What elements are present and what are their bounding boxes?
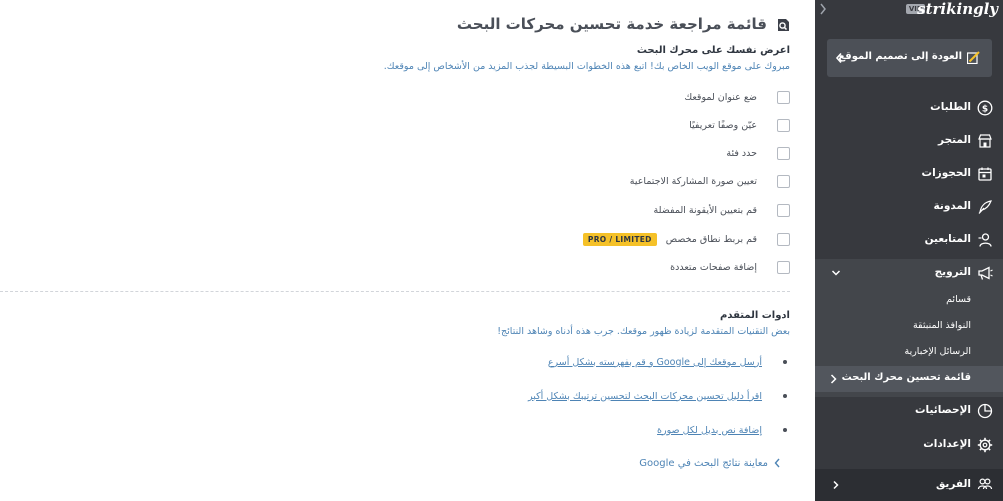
sidebar-item-team[interactable]: الفريق: [815, 469, 1003, 501]
checkbox[interactable]: [777, 260, 790, 274]
link-text[interactable]: أرسل موقعك إلى Google و قم بفهرسته بشكل …: [548, 357, 762, 368]
section-title-appear-on-search: اعرض نفسك على محرك البحث: [636, 45, 790, 56]
dollar-circle-icon: $: [977, 100, 993, 116]
advanced-link-alt-text[interactable]: إضافة نص بديل لكل صورة: [657, 423, 787, 437]
pie-chart-icon: [977, 403, 993, 419]
sidebar-item-followers[interactable]: المتابعين: [815, 228, 1003, 252]
quill-icon: [978, 200, 992, 214]
chevron-left-icon: [774, 458, 780, 468]
back-button-label: العودة إلى تصميم الموقع: [838, 51, 962, 62]
bullet: [783, 428, 787, 432]
checklist-item-favicon[interactable]: قم بتعيين الأيقونة المفضلة: [654, 202, 790, 218]
sidebar-subitem-lists[interactable]: قسائم: [946, 294, 971, 305]
checklist-item-label: تعيين صورة المشاركة الاجتماعية: [629, 175, 757, 187]
bullet: [783, 394, 787, 398]
sidebar-item-promote[interactable]: الترويج: [815, 261, 1003, 285]
sidebar-item-label: قائمة تحسين محرك البحث: [841, 372, 971, 383]
sidebar-item-stats[interactable]: الإحصائيات: [815, 399, 1003, 423]
link-text[interactable]: إضافة نص بديل لكل صورة: [657, 425, 762, 436]
section-subtitle-advanced-tools: بعض التقنيات المتقدمة لزيادة ظهور موقعك.…: [497, 326, 790, 337]
user-followers-icon: [978, 233, 992, 247]
advanced-link-seo-guide[interactable]: اقرأ دليل تحسين محركات البحث لتحسين ترتي…: [528, 389, 787, 403]
gear-icon: [977, 437, 993, 453]
checkbox[interactable]: [777, 118, 790, 132]
sidebar-subitem-popups[interactable]: النوافذ المنبثقة: [913, 320, 971, 331]
checklist-item-site-title[interactable]: ضع عنوان لموقعك: [684, 89, 790, 105]
sidebar-collapse-icon[interactable]: [818, 2, 828, 16]
sidebar-item-label: الطلبات: [930, 101, 971, 113]
bullet: [783, 360, 787, 364]
pro-limited-badge: PRO / LIMITED: [582, 232, 657, 246]
sidebar-item-label: المتابعين: [924, 233, 971, 245]
checklist-item-label: إضافة صفحات متعددة: [670, 261, 757, 273]
checklist-item-category[interactable]: حدد فئة: [726, 145, 790, 161]
chevron-right-icon: [833, 480, 839, 490]
section-subtitle-appear-on-search: مبروك على موقع الويب الخاص بك! اتبع هذه …: [383, 61, 790, 72]
link-text[interactable]: اقرأ دليل تحسين محركات البحث لتحسين ترتي…: [528, 391, 762, 402]
checklist-item-multiple-pages[interactable]: إضافة صفحات متعددة: [670, 259, 790, 275]
checkbox[interactable]: [777, 90, 790, 104]
google-preview-label: معاينة نتائج البحث في Google: [639, 457, 768, 469]
google-preview-toggle[interactable]: معاينة نتائج البحث في Google: [639, 456, 781, 470]
sidebar-item-orders[interactable]: $ الطلبات: [815, 96, 1003, 120]
checkbox[interactable]: [777, 146, 790, 160]
section-title-advanced-tools: ادوات المتقدم: [719, 310, 790, 321]
sidebar-item-label: المتجر: [938, 134, 971, 146]
checklist-item-meta-description[interactable]: عيّن وصفًا تعريفيًا: [689, 117, 790, 133]
store-icon: [978, 134, 992, 148]
sidebar-item-label: الحجوزات: [921, 167, 971, 179]
seo-search-icon: [778, 19, 789, 31]
team-icon: [977, 478, 993, 490]
sidebar-item-label: الإحصائيات: [915, 404, 971, 416]
svg-text:$: $: [982, 105, 988, 115]
checkbox[interactable]: [777, 203, 790, 217]
sidebar-item-label: الإعدادات: [923, 438, 971, 450]
sidebar-subitem-newsletters[interactable]: الرسائل الإخبارية: [904, 346, 971, 357]
sidebar-item-label: المدونة: [933, 200, 971, 212]
checklist-item-social-image[interactable]: تعيين صورة المشاركة الاجتماعية: [630, 173, 790, 189]
sidebar-item-label: الترويج: [934, 266, 971, 278]
checklist-item-custom-domain[interactable]: قم بربط نطاق مخصص PRO / LIMITED: [582, 231, 790, 247]
megaphone-icon: [978, 266, 993, 280]
checkbox[interactable]: [777, 232, 790, 246]
checkbox[interactable]: [777, 174, 790, 188]
calendar-icon: [978, 167, 992, 181]
advanced-link-google-index[interactable]: أرسل موقعك إلى Google و قم بفهرسته بشكل …: [548, 355, 787, 369]
back-to-editor-button[interactable]: العودة إلى تصميم الموقع: [827, 39, 992, 77]
section-divider: [0, 291, 790, 292]
sidebar-subitem-seo-checklist[interactable]: قائمة تحسين محرك البحث: [815, 366, 1003, 392]
sidebar-item-bookings[interactable]: الحجوزات: [815, 162, 1003, 186]
checklist-item-label: قم بربط نطاق مخصص: [665, 233, 757, 245]
sidebar-item-settings[interactable]: الإعدادات: [815, 433, 1003, 457]
checklist-item-label: حدد فئة: [726, 147, 757, 159]
checklist-item-label: ضع عنوان لموقعك: [684, 91, 757, 103]
checklist-item-label: عيّن وصفًا تعريفيًا: [689, 119, 757, 131]
page-title: قائمة مراجعة خدمة تحسين محركات البحث: [456, 15, 767, 33]
sidebar-item-blog[interactable]: المدونة: [815, 195, 1003, 219]
sidebar-item-store[interactable]: المتجر: [815, 129, 1003, 153]
sidebar: VIP strikingly العودة إلى تصميم الموقع $…: [815, 0, 1003, 501]
brand-logo: strikingly: [917, 0, 998, 18]
checklist-item-label: قم بتعيين الأيقونة المفضلة: [653, 204, 757, 216]
main-panel: قائمة مراجعة خدمة تحسين محركات البحث اعر…: [0, 0, 815, 501]
sidebar-item-label: الفريق: [935, 478, 971, 490]
chevron-right-icon: [830, 374, 837, 384]
chevron-down-icon: [831, 270, 841, 276]
design-pencil-icon: [967, 51, 980, 64]
